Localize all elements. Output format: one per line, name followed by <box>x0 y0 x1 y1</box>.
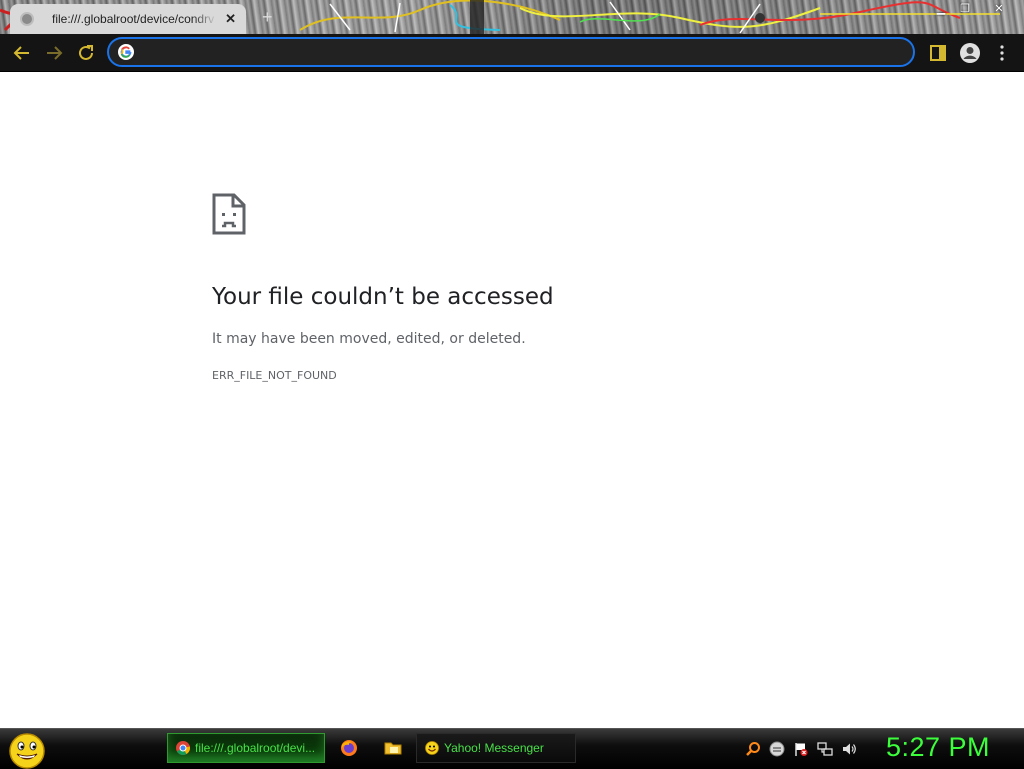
chrome-icon <box>176 741 190 755</box>
window-close-icon[interactable]: ✕ <box>988 2 1010 16</box>
title-bar: file:///.globalroot/device/condrv ✕ + ▁ … <box>0 0 1024 34</box>
taskbar-clock[interactable]: 5:27 PM <box>886 732 990 763</box>
tab-title: file:///.globalroot/device/condrv <box>52 12 215 26</box>
sad-document-icon <box>212 193 246 235</box>
folder-icon[interactable] <box>384 739 402 757</box>
smiley-start-icon[interactable] <box>8 731 46 769</box>
google-g-icon <box>118 44 134 60</box>
address-bar[interactable] <box>107 37 915 67</box>
error-title: Your file couldn’t be accessed <box>212 284 554 310</box>
network-icon[interactable] <box>817 741 833 757</box>
search-icon[interactable] <box>745 741 761 757</box>
profile-icon[interactable] <box>958 42 982 64</box>
volume-icon[interactable] <box>841 741 857 757</box>
reload-icon[interactable] <box>75 42 97 64</box>
flag-icon[interactable] <box>793 741 809 757</box>
error-code: ERR_FILE_NOT_FOUND <box>212 369 337 382</box>
restore-icon[interactable]: ❐ <box>954 2 976 16</box>
back-arrow-icon[interactable] <box>11 42 33 64</box>
task-label: Yahoo! Messenger <box>444 741 544 755</box>
task-label: file:///.globalroot/devi... <box>195 741 316 755</box>
yahoo-smiley-icon <box>425 741 439 755</box>
page-content: Your file couldn’t be accessed It may ha… <box>0 72 1024 728</box>
browser-toolbar <box>0 34 1024 72</box>
tab-close-icon[interactable]: ✕ <box>225 11 236 27</box>
address-input[interactable] <box>145 43 889 63</box>
side-panel-icon[interactable] <box>928 42 948 64</box>
new-tab-plus-icon[interactable]: + <box>262 7 273 28</box>
task-button-browser[interactable]: file:///.globalroot/devi... <box>167 733 325 763</box>
tab-favicon-icon <box>20 12 34 26</box>
error-subtitle: It may have been moved, edited, or delet… <box>212 331 526 347</box>
forward-arrow-icon[interactable] <box>43 42 65 64</box>
messenger-tray-icon[interactable] <box>769 741 785 757</box>
browser-tab[interactable]: file:///.globalroot/device/condrv ✕ <box>10 4 246 34</box>
taskbar: file:///.globalroot/devi... Yahoo! Messe… <box>0 728 1024 769</box>
task-button-yahoo-messenger[interactable]: Yahoo! Messenger <box>416 733 576 763</box>
minimize-icon[interactable]: ▁ <box>930 2 952 16</box>
kebab-menu-icon[interactable] <box>996 42 1008 64</box>
firefox-icon[interactable] <box>340 739 358 757</box>
